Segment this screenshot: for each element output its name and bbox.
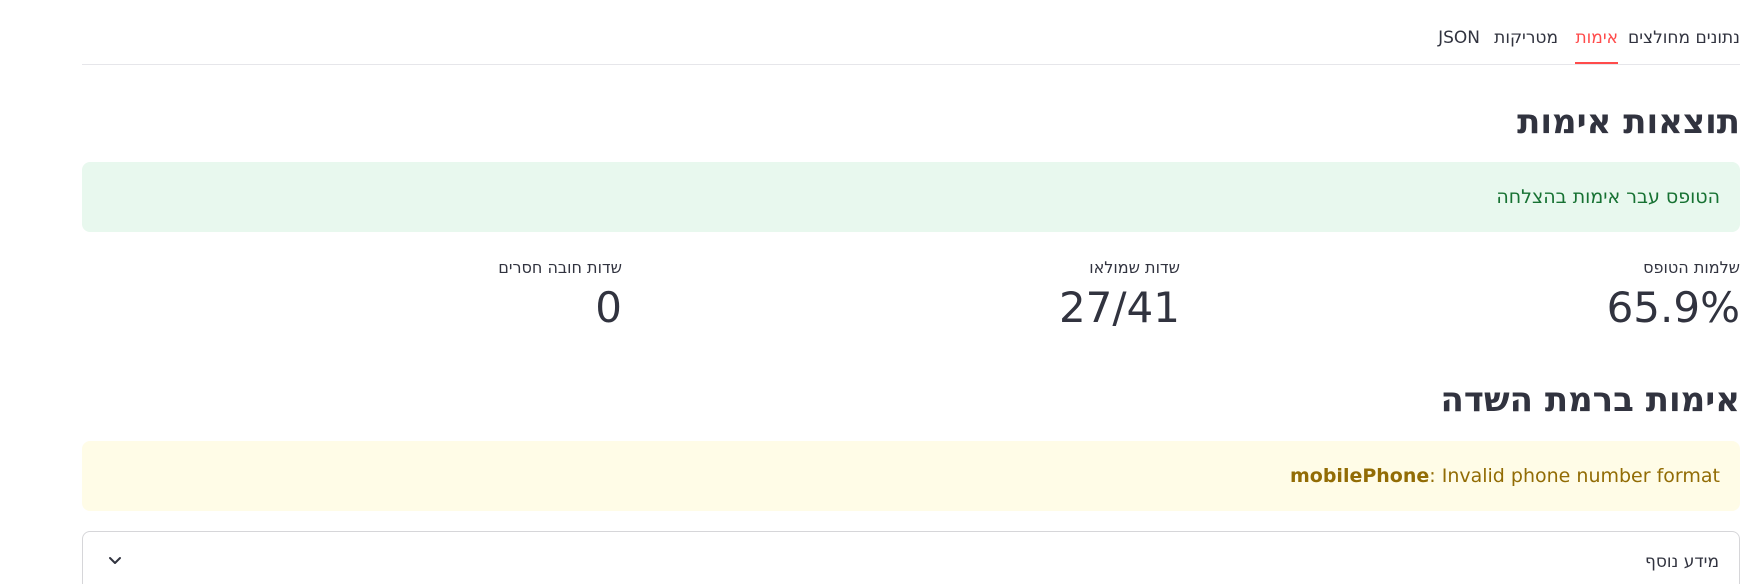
- success-alert-text: הטופס עבר אימות בהצלחה: [1496, 186, 1720, 208]
- tab-validation[interactable]: אימות: [1575, 26, 1618, 64]
- warning-alert: mobilePhone: Invalid phone number format: [82, 441, 1740, 511]
- warning-field-name: mobilePhone: [1289, 465, 1430, 487]
- additional-info-expander[interactable]: מידע נוסף: [82, 531, 1740, 584]
- metric-missing-required: שדות חובה חסרים 0: [498, 256, 622, 336]
- metric-label: שלמות הטופס: [1643, 258, 1740, 277]
- metric-label: שדות חובה חסרים: [498, 258, 622, 277]
- warning-message: Invalid phone number format: [1441, 465, 1720, 487]
- metric-label: שדות שמולאו: [1089, 258, 1180, 277]
- page: נתונים מחולצים אימות מטריקות JSON תוצאות…: [0, 0, 1762, 584]
- metric-value: 0: [595, 283, 622, 332]
- success-alert: הטופס עבר אימות בהצלחה: [82, 162, 1740, 232]
- tab-extracted-data[interactable]: נתונים מחולצים: [1628, 26, 1740, 64]
- metric-value: 27/41: [1058, 283, 1180, 332]
- field-validation-title: אימות ברמת השדה: [1440, 380, 1740, 420]
- metric-fields-filled: שדות שמולאו 27/41: [1059, 256, 1180, 336]
- tab-json[interactable]: JSON: [1438, 26, 1480, 64]
- metric-form-completeness: שלמות הטופס 65.9%: [1607, 256, 1740, 336]
- warning-alert-text: mobilePhone: Invalid phone number format: [1290, 465, 1720, 487]
- validation-results-title: תוצאות אימות: [1517, 102, 1740, 142]
- warning-separator: :: [1429, 465, 1442, 487]
- expander-label: מידע נוסף: [1644, 552, 1719, 572]
- chevron-down-icon: [109, 557, 121, 564]
- metric-value: 65.9%: [1606, 283, 1740, 332]
- tab-bar: נתונים מחולצים אימות מטריקות JSON: [82, 0, 1740, 65]
- tab-metrics[interactable]: מטריקות: [1494, 26, 1558, 64]
